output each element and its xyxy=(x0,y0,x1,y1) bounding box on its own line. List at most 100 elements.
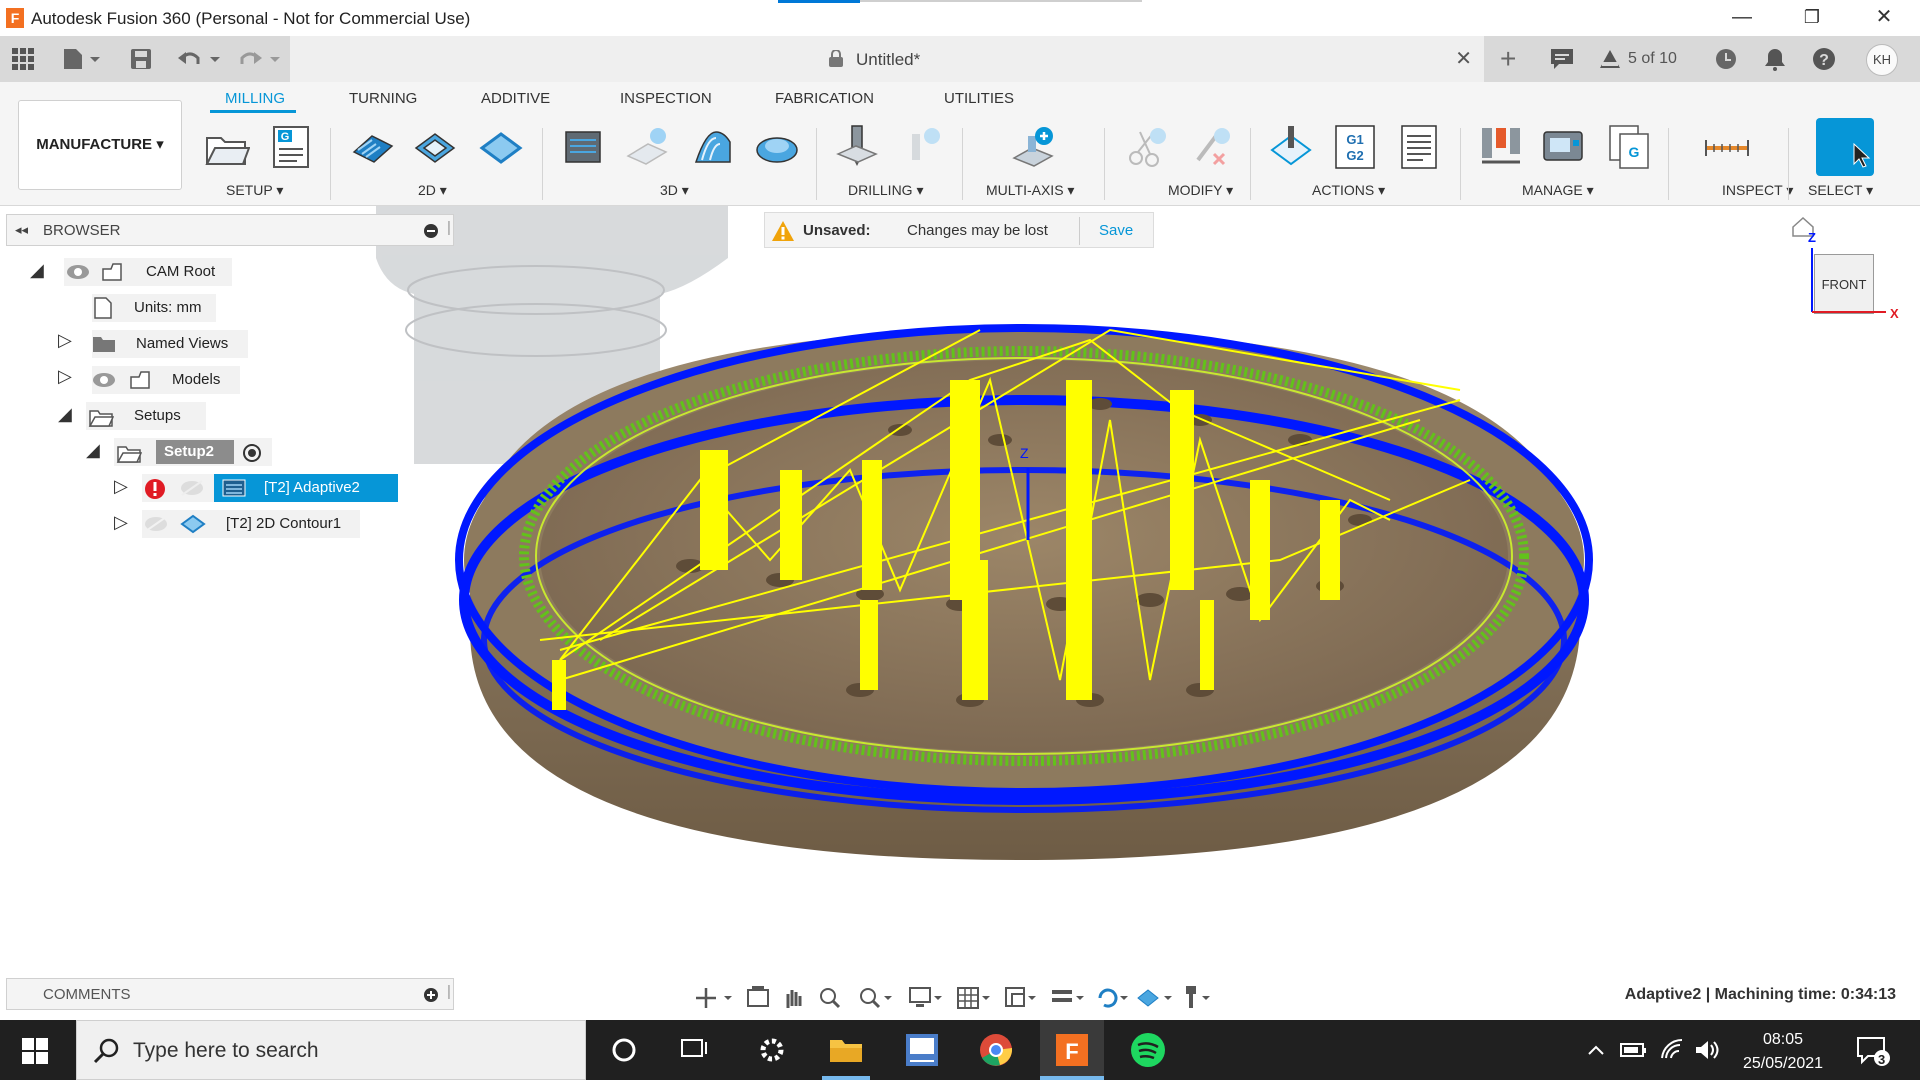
expand-models-icon[interactable]: ▷ xyxy=(58,366,72,387)
wifi-icon[interactable] xyxy=(1660,1038,1684,1062)
tree-node-named-views[interactable]: Named Views xyxy=(92,330,248,358)
panel-resize-handle[interactable]: | xyxy=(447,983,451,1000)
workspace-switcher-button[interactable]: MANUFACTURE ▾ xyxy=(18,100,182,190)
group-drilling-label[interactable]: DRILLING ▾ xyxy=(848,182,924,199)
setup-sheet-icon[interactable]: G xyxy=(268,124,314,170)
redo-icon[interactable] xyxy=(238,48,282,70)
orbit-icon[interactable] xyxy=(696,988,732,1008)
hidden-eye-icon[interactable] xyxy=(180,479,204,497)
expand-named-views-icon[interactable]: ▷ xyxy=(58,330,72,351)
display-settings-icon[interactable] xyxy=(909,987,942,1007)
save-icon[interactable] xyxy=(130,48,152,70)
pan-hand-icon[interactable] xyxy=(786,990,802,1008)
error-icon[interactable] xyxy=(144,478,166,500)
tab-additive[interactable]: ADDITIVE xyxy=(481,90,550,107)
restore-button[interactable]: ❐ xyxy=(1784,0,1840,36)
expand-contour1-icon[interactable]: ▷ xyxy=(114,512,128,533)
tab-inspection[interactable]: INSPECTION xyxy=(620,90,712,107)
chrome-icon[interactable] xyxy=(976,1030,1016,1070)
eye-icon[interactable] xyxy=(66,264,90,280)
help-icon[interactable]: ? xyxy=(1812,47,1836,71)
group-manage-label[interactable]: MANAGE ▾ xyxy=(1522,182,1594,199)
job-count[interactable]: 5 of 10 xyxy=(1628,46,1677,72)
3d-scallop-icon[interactable] xyxy=(754,124,800,170)
3d-adaptive-icon[interactable] xyxy=(560,124,606,170)
file-explorer-icon[interactable] xyxy=(826,1030,866,1070)
2d-adaptive-icon[interactable] xyxy=(350,124,396,170)
winrar-icon[interactable] xyxy=(902,1030,942,1070)
activate-target-icon[interactable] xyxy=(242,443,262,463)
document-tab[interactable]: Untitled* ✕ xyxy=(290,36,1484,82)
expand-cam-root-icon[interactable]: ◢ xyxy=(30,260,44,281)
setup-sheet-doc-icon[interactable] xyxy=(1396,124,1442,170)
task-view-icon[interactable] xyxy=(674,1030,714,1070)
2d-pocket-icon[interactable] xyxy=(412,124,458,170)
eye-icon[interactable] xyxy=(92,372,116,388)
browser-collapse-icon[interactable] xyxy=(423,223,439,239)
hidden-eye-icon[interactable] xyxy=(144,515,168,533)
3d-pocket-icon[interactable] xyxy=(624,124,670,170)
file-menu-icon[interactable] xyxy=(62,47,102,71)
group-3d-label[interactable]: 3D ▾ xyxy=(660,182,689,199)
tab-utilities[interactable]: UTILITIES xyxy=(944,90,1014,107)
grid-icon[interactable] xyxy=(957,987,990,1009)
modify-delete-icon[interactable] xyxy=(1188,124,1234,170)
tree-node-units[interactable]: Units: mm xyxy=(92,294,216,322)
stock-display-icon[interactable] xyxy=(1052,990,1084,1002)
viewcube[interactable]: FRONT Z X xyxy=(1792,216,1899,321)
spotify-icon[interactable] xyxy=(1128,1030,1168,1070)
expand-adaptive2-icon[interactable]: ▷ xyxy=(114,476,128,497)
expand-setups-icon[interactable]: ◢ xyxy=(58,404,72,425)
tree-node-setups[interactable]: Setups xyxy=(86,402,206,430)
close-window-button[interactable]: ✕ xyxy=(1856,0,1912,36)
settings-gear-icon[interactable] xyxy=(752,1030,792,1070)
measure-icon[interactable] xyxy=(1704,124,1750,170)
tab-turning[interactable]: TURNING xyxy=(349,90,417,107)
2d-contour-icon[interactable] xyxy=(478,124,524,170)
machine-library-icon[interactable] xyxy=(1540,124,1586,170)
group-actions-label[interactable]: ACTIONS ▾ xyxy=(1312,182,1385,199)
tree-node-models[interactable]: Models xyxy=(92,366,240,394)
look-at-icon[interactable] xyxy=(747,986,769,1007)
close-document-icon[interactable]: ✕ xyxy=(1455,46,1472,71)
tab-fabrication[interactable]: FABRICATION xyxy=(775,90,874,107)
action-center-icon[interactable] xyxy=(1856,1036,1892,1066)
zoom-icon[interactable] xyxy=(820,988,841,1009)
cortana-icon[interactable] xyxy=(604,1030,644,1070)
history-clock-icon[interactable] xyxy=(1714,47,1738,71)
notification-bell-icon[interactable] xyxy=(1764,47,1786,71)
comment-bubble-icon[interactable] xyxy=(1550,48,1574,70)
collapse-panel-icon[interactable]: ◂◂ xyxy=(15,222,28,238)
group-2d-label[interactable]: 2D ▾ xyxy=(418,182,447,199)
panel-resize-handle[interactable]: | xyxy=(447,219,451,236)
tray-chevron-up-icon[interactable] xyxy=(1586,1040,1606,1060)
undo-icon[interactable] xyxy=(178,48,222,70)
simulate-icon[interactable] xyxy=(1268,124,1314,170)
save-link[interactable]: Save xyxy=(1099,222,1133,239)
expand-setup2-icon[interactable]: ◢ xyxy=(86,440,100,461)
tree-node-adaptive2[interactable]: [T2] Adaptive2 xyxy=(142,474,398,502)
toolpath-display-icon[interactable] xyxy=(1137,989,1172,1007)
3d-viewport[interactable]: Z xyxy=(370,206,1920,976)
group-multi-axis-label[interactable]: MULTI-AXIS ▾ xyxy=(986,182,1074,199)
taskbar-search-box[interactable]: Type here to search xyxy=(76,1020,586,1080)
refresh-icon[interactable] xyxy=(1098,988,1128,1008)
tree-node-cam-root[interactable]: CAM Root xyxy=(64,258,232,286)
battery-icon[interactable] xyxy=(1620,1040,1648,1060)
new-setup-folder-icon[interactable] xyxy=(204,124,250,170)
modify-scissors-icon[interactable] xyxy=(1124,124,1170,170)
group-setup-label[interactable]: SETUP ▾ xyxy=(226,182,283,199)
group-select-label[interactable]: SELECT ▾ xyxy=(1808,182,1873,199)
post-library-icon[interactable]: G xyxy=(1606,124,1652,170)
group-modify-label[interactable]: MODIFY ▾ xyxy=(1168,182,1233,199)
app-grid-icon[interactable] xyxy=(12,48,34,70)
3d-parallel-icon[interactable] xyxy=(690,124,736,170)
multi-axis-icon[interactable] xyxy=(1010,124,1056,170)
tool-library-icon[interactable] xyxy=(1478,124,1524,170)
user-avatar[interactable]: KH xyxy=(1866,44,1898,76)
volume-icon[interactable] xyxy=(1694,1038,1720,1062)
drill-icon[interactable] xyxy=(834,124,880,170)
post-process-g1g2-icon[interactable]: G1 G2 xyxy=(1332,124,1378,170)
group-inspect-label[interactable]: INSPECT ▾ xyxy=(1722,182,1793,199)
tree-node-setup2[interactable]: Setup2 xyxy=(114,438,272,466)
